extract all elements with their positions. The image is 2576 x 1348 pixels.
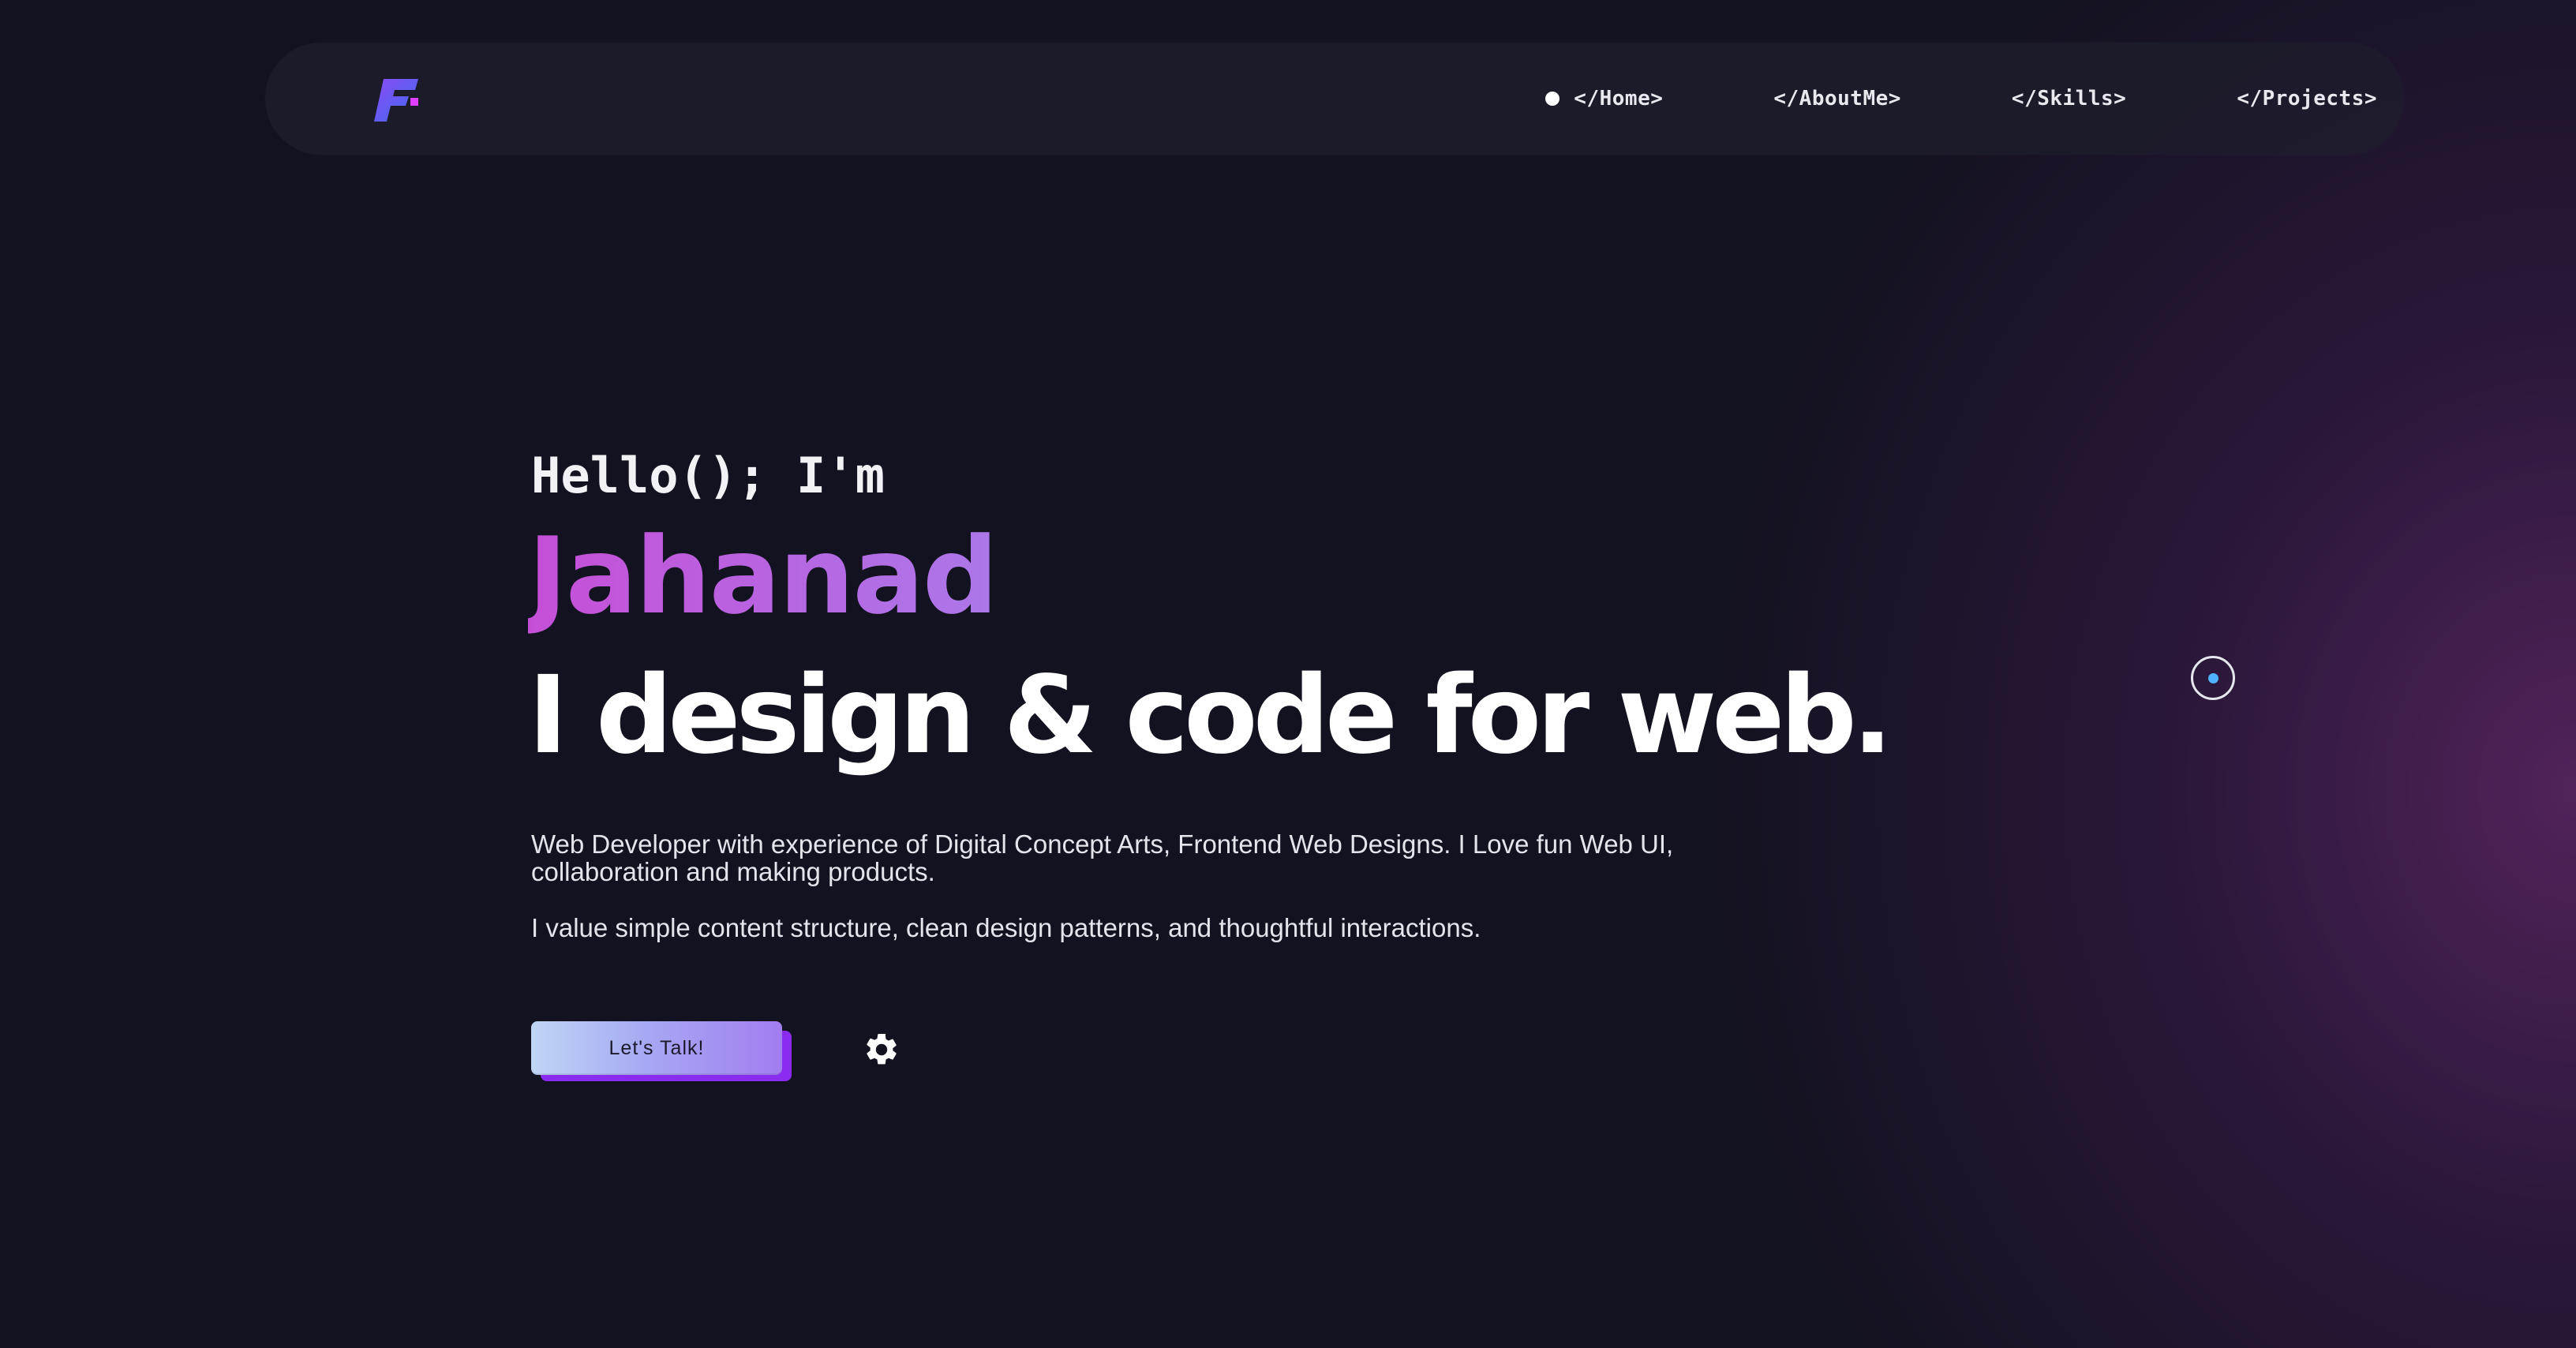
nav-skills-label: </Skills> <box>2011 87 2127 110</box>
lets-talk-button[interactable]: Let's Talk! <box>531 1021 782 1075</box>
hero-section: Hello(); I'm Jahanad I design & code for… <box>528 442 1893 942</box>
nav-home[interactable]: </Home> <box>1545 87 1663 110</box>
navbar: </Home> </AboutMe> </Skills> </Projects> <box>265 43 2404 155</box>
cursor-ring-icon <box>2191 656 2235 700</box>
hero-greeting: Hello(); I'm <box>531 447 885 504</box>
nav-about-me[interactable]: </AboutMe> <box>1773 87 1901 110</box>
hero-bio: Web Developer with experience of Digital… <box>531 829 1674 886</box>
gear-icon[interactable] <box>863 1031 900 1069</box>
hero-tagline: I design & code for web. <box>528 653 1893 778</box>
cta-row: Let's Talk! <box>531 1021 942 1086</box>
nav-projects-label: </Projects> <box>2237 87 2377 110</box>
hero-name: Jahanad <box>528 513 1715 639</box>
active-dot-icon <box>1545 92 1560 106</box>
hero-bio-secondary: I value simple content structure, clean … <box>531 913 1481 942</box>
nav-home-label: </Home> <box>1574 87 1664 110</box>
cursor-dot <box>2207 672 2218 683</box>
nav-links: </Home> </AboutMe> </Skills> </Projects> <box>1545 43 2377 155</box>
nav-skills[interactable]: </Skills> <box>2012 87 2126 110</box>
nav-projects[interactable]: </Projects> <box>2237 87 2377 110</box>
f-logo-icon[interactable] <box>373 74 423 125</box>
nav-about-me-label: </AboutMe> <box>1773 87 1901 110</box>
